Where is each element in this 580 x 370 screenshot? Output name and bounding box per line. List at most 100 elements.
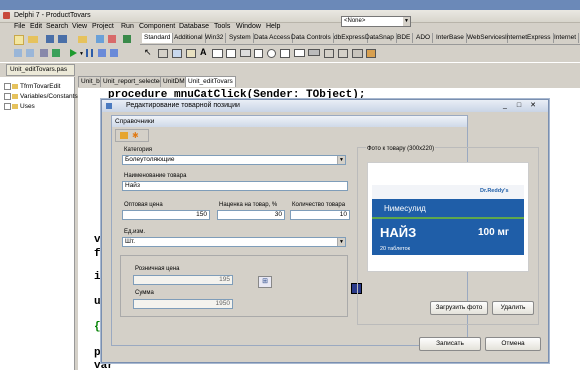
actionlist-icon[interactable]: [366, 49, 376, 58]
palette-tab-data-controls[interactable]: Data Controls: [289, 33, 334, 43]
scrollbar-icon[interactable]: [308, 49, 320, 56]
palette-tab-internetexpress[interactable]: InternetExpress: [503, 33, 554, 43]
maximize-button[interactable]: □: [513, 101, 525, 110]
component-palette-tabs: Standard Additional Win32 System Data Ac…: [140, 33, 580, 45]
tree-item[interactable]: Variables/Constants: [4, 93, 78, 100]
load-photo-button[interactable]: Загрузить фото: [430, 301, 488, 315]
chevron-down-icon: ▼: [337, 156, 345, 164]
delphi-logo-icon: [3, 12, 10, 19]
minimize-button[interactable]: _: [499, 101, 511, 110]
palette-tab-additional[interactable]: Additional: [172, 33, 206, 43]
open-icon[interactable]: [28, 36, 38, 43]
new-icon[interactable]: [14, 35, 24, 45]
edit-product-dialog: Редактирование товарной позиции _ □ ✕ Сп…: [101, 99, 549, 363]
quantity-field[interactable]: 10: [290, 210, 350, 220]
expand-icon[interactable]: [4, 93, 11, 100]
arrow-pointer-icon[interactable]: ↖: [144, 48, 152, 57]
palette-tab-internet[interactable]: Internet: [552, 33, 580, 43]
cancel-button[interactable]: Отмена: [485, 337, 541, 351]
combobox-icon[interactable]: [294, 49, 305, 57]
menu-run[interactable]: Run: [121, 23, 134, 30]
quantity-label: Количество товара: [292, 202, 346, 208]
object-tree: TfrmTovarEdit Variables/Constants Uses: [0, 77, 78, 370]
menu-help[interactable]: Help: [266, 23, 280, 30]
component-combo-value: <None>: [344, 18, 366, 24]
checkbox-icon[interactable]: [254, 49, 263, 58]
close-button[interactable]: ✕: [527, 101, 539, 110]
frames-icon[interactable]: [158, 49, 168, 58]
radiogroup-icon[interactable]: [338, 49, 348, 58]
palette-tab-system[interactable]: System: [227, 33, 254, 43]
radiobutton-icon[interactable]: [267, 49, 276, 58]
open-folder-icon[interactable]: [120, 132, 128, 139]
new-form-icon[interactable]: [52, 49, 60, 57]
pause-icon[interactable]: [86, 49, 93, 57]
save-icon[interactable]: [46, 35, 54, 43]
label-icon[interactable]: A: [200, 47, 207, 57]
mainmenu-icon[interactable]: [172, 49, 182, 58]
editor-tab[interactable]: UnitDM: [160, 76, 188, 87]
star-icon[interactable]: ✱: [132, 131, 139, 140]
editor-tab[interactable]: Unit_report_selected: [100, 76, 166, 87]
product-name-field[interactable]: Найз: [122, 181, 348, 191]
tree-item-label: Variables/Constants: [20, 93, 78, 101]
unit-bar: [0, 62, 580, 77]
menu-edit[interactable]: Edit: [30, 23, 42, 30]
add-file-icon[interactable]: [96, 35, 104, 43]
menu-project[interactable]: Project: [92, 23, 114, 30]
menu-component[interactable]: Component: [139, 23, 175, 30]
palette-tab-bde[interactable]: BDE: [395, 33, 414, 43]
category-label: Категория: [124, 147, 153, 153]
palette-tab-win32[interactable]: Win32: [203, 33, 227, 43]
menu-view[interactable]: View: [72, 23, 87, 30]
calculate-icon[interactable]: ⊞: [258, 276, 272, 288]
editor-tab-active[interactable]: Unit_editTovars: [185, 76, 236, 87]
trace-into-icon[interactable]: [98, 49, 106, 57]
save-all-icon[interactable]: [58, 35, 67, 43]
menu-database[interactable]: Database: [179, 23, 209, 30]
palette-tab-standard[interactable]: Standard: [142, 33, 174, 43]
help-icon[interactable]: [123, 35, 131, 43]
button-icon[interactable]: [240, 49, 251, 57]
panel-icon[interactable]: [352, 49, 363, 58]
menu-file[interactable]: File: [14, 23, 25, 30]
palette-tab-interbase[interactable]: InterBase: [434, 33, 467, 43]
view-unit-icon[interactable]: [14, 49, 22, 57]
run-icon[interactable]: [70, 49, 77, 57]
photo-group-label: Фото к товару (300х220): [366, 146, 436, 152]
menu-window[interactable]: Window: [236, 23, 261, 30]
component-combo[interactable]: <None> ▼: [341, 16, 411, 27]
ide-title: Delphi 7 - ProductTovars: [14, 12, 91, 19]
tree-item[interactable]: Uses: [4, 103, 35, 110]
references-toolbar: ✱: [115, 129, 149, 142]
memo-icon[interactable]: [226, 49, 236, 58]
category-select[interactable]: Болеутоляющие ▼: [122, 155, 346, 165]
edit-icon[interactable]: [212, 49, 223, 58]
expand-icon[interactable]: [4, 103, 11, 110]
listbox-icon[interactable]: [280, 49, 290, 58]
delete-photo-button[interactable]: Удалить: [492, 301, 534, 315]
palette-tab-ado[interactable]: ADO: [414, 33, 434, 43]
unit-select[interactable]: Шт. ▼: [122, 237, 346, 247]
palette-tab-data-access[interactable]: Data Access: [252, 33, 294, 43]
run-dropdown-icon[interactable]: ▼: [79, 51, 84, 57]
expand-icon[interactable]: [4, 83, 11, 90]
popupmenu-icon[interactable]: [186, 49, 196, 58]
markup-field[interactable]: 30: [217, 210, 285, 220]
tree-item[interactable]: TfrmTovarEdit: [4, 83, 60, 90]
save-button[interactable]: Записать: [419, 337, 481, 351]
component-palette: ↖ A: [140, 45, 580, 61]
step-over-icon[interactable]: [110, 49, 118, 57]
sum-label: Сумма: [135, 290, 154, 296]
remove-file-icon[interactable]: [108, 35, 116, 43]
open-project-icon[interactable]: [78, 36, 87, 43]
wholesale-price-field[interactable]: 150: [122, 210, 210, 220]
menu-search[interactable]: Search: [46, 23, 68, 30]
unit-file-tab[interactable]: Unit_editTovars.pas: [6, 64, 75, 76]
toggle-form-icon[interactable]: [40, 49, 48, 57]
view-form-icon[interactable]: [26, 49, 34, 57]
menu-tools[interactable]: Tools: [214, 23, 230, 30]
palette-tab-webservices[interactable]: WebServices: [465, 33, 509, 43]
palette-tab-datasnap[interactable]: DataSnap: [363, 33, 397, 43]
groupbox-icon[interactable]: [324, 49, 334, 58]
